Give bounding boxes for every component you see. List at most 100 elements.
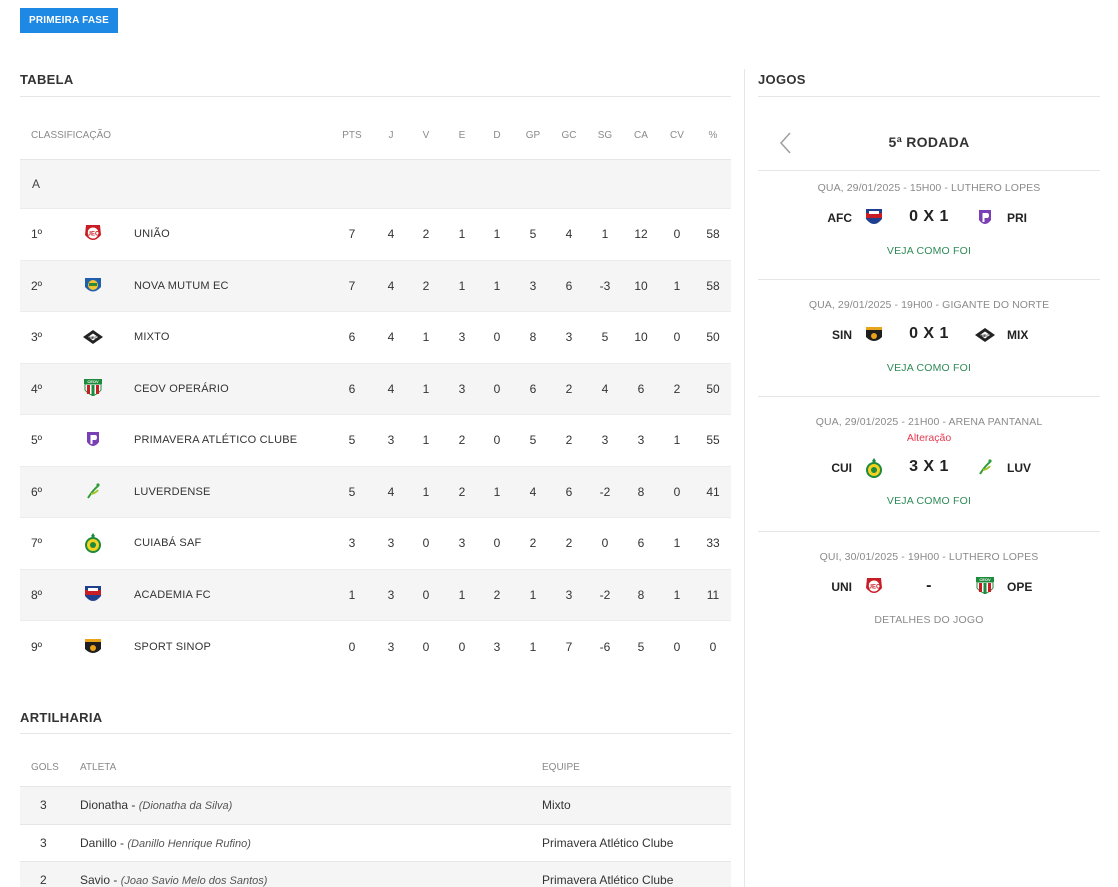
match-link[interactable]: VEJA COMO FOI xyxy=(758,362,1100,374)
table-row[interactable]: 1º UEC UNIÃO 7 4 2 1 1 5 4 1 12 0 58 xyxy=(20,209,731,261)
team-name[interactable]: NOVA MUTUM EC xyxy=(134,280,229,292)
stat-ca: 5 xyxy=(637,639,645,654)
scorer-name: Savio xyxy=(80,873,111,887)
stat-gp: 2 xyxy=(529,536,537,551)
stat-cv: 0 xyxy=(673,639,681,654)
stat-cv: 2 xyxy=(673,381,681,396)
stat-cv: 1 xyxy=(673,433,681,448)
stat-d: 3 xyxy=(493,639,501,654)
table-row[interactable]: 4º CEOV CEOV OPERÁRIO 6 4 1 3 0 6 2 4 6 2 50 xyxy=(20,363,731,415)
stat-gc: 2 xyxy=(565,536,573,551)
col-classificacao: CLASSIFICAÇÃO xyxy=(31,130,112,141)
table-row[interactable]: 9º SPORT SINOP 0 3 0 0 3 1 7 -6 5 0 0 xyxy=(20,621,731,673)
stat-ca: 12 xyxy=(634,227,648,242)
stat-gc: 7 xyxy=(565,639,573,654)
table-row[interactable]: 6º LUVERDENSE 5 4 1 2 1 4 6 -2 8 0 41 xyxy=(20,466,731,518)
scorer-goals: 3 xyxy=(40,798,47,812)
scorer-team: Primavera Atlético Clube xyxy=(542,835,674,850)
stat-v: 2 xyxy=(422,278,430,293)
team-name[interactable]: LUVERDENSE xyxy=(134,486,211,498)
team-name[interactable]: MIXTO xyxy=(134,331,170,343)
scorer-row: 3 Dionatha - (Dionatha da Silva) Mixto xyxy=(20,787,731,825)
position: 8º xyxy=(31,587,43,602)
col-pts: PTS xyxy=(342,130,362,141)
mixto-crest-icon: MEC xyxy=(972,322,998,348)
match-line: AFC 0 X 1 PRI xyxy=(758,203,1100,233)
col-gp: GP xyxy=(525,130,541,141)
stat-v: 0 xyxy=(422,587,430,602)
match-link[interactable]: VEJA COMO FOI xyxy=(758,245,1100,257)
stat-gp: 5 xyxy=(529,227,537,242)
scorer-athlete: Dionatha - (Dionatha da Silva) xyxy=(80,798,233,812)
match-link[interactable]: DETALHES DO JOGO xyxy=(758,614,1100,626)
round-navigator: 5ª RODADA xyxy=(758,120,1100,166)
scorer-full-name: (Joao Savio Melo dos Santos) xyxy=(120,875,268,887)
away-team-abbr: MIX xyxy=(1007,328,1029,342)
stat-v: 0 xyxy=(422,536,430,551)
scorer-goals: 3 xyxy=(40,835,47,850)
stat-pct: 41 xyxy=(706,484,720,499)
stat-j: 4 xyxy=(387,227,395,242)
col-gols: GOLS xyxy=(31,762,59,773)
stat-pts: 7 xyxy=(348,278,356,293)
stat-j: 3 xyxy=(387,639,395,654)
team-name[interactable]: PRIMAVERA ATLÉTICO CLUBE xyxy=(134,434,297,446)
match-link[interactable]: VEJA COMO FOI xyxy=(758,495,1100,507)
table-row[interactable]: 3º MEC MIXTO 6 4 1 3 0 8 3 5 10 0 50 xyxy=(20,312,731,364)
stat-v: 1 xyxy=(422,433,430,448)
stat-j: 4 xyxy=(387,381,395,396)
artilharia-divider xyxy=(20,733,731,734)
stat-j: 3 xyxy=(387,433,395,448)
team-name[interactable]: ACADEMIA FC xyxy=(134,589,211,601)
stat-v: 1 xyxy=(422,484,430,499)
team-name[interactable]: SPORT SINOP xyxy=(134,641,211,653)
stat-e: 1 xyxy=(458,227,466,242)
stat-e: 2 xyxy=(458,433,466,448)
mixto-crest-icon: MEC xyxy=(82,326,104,348)
team-name[interactable]: CEOV OPERÁRIO xyxy=(134,383,229,395)
table-row[interactable]: 8º ACADEMIA FC 1 3 0 1 2 1 3 -2 8 1 11 xyxy=(20,569,731,621)
col-sg: SG xyxy=(597,130,613,141)
scorer-athlete: Savio - (Joao Savio Melo dos Santos) xyxy=(80,873,268,887)
standings-table: CLASSIFICAÇÃO PTS J V E D GP GC SG CA CV… xyxy=(20,112,731,673)
position: 2º xyxy=(31,278,43,293)
stat-pct: 50 xyxy=(706,381,720,396)
stat-e: 3 xyxy=(458,330,466,345)
stat-cv: 1 xyxy=(673,587,681,602)
scorer-name: Dionatha xyxy=(80,798,129,812)
jogos-divider xyxy=(758,96,1100,97)
academia-crest-icon xyxy=(82,584,104,606)
position: 7º xyxy=(31,536,43,551)
match-divider xyxy=(758,279,1100,280)
primeira-fase-button[interactable]: PRIMEIRA FASE xyxy=(20,8,119,33)
position: 3º xyxy=(31,330,43,345)
table-row[interactable]: 2º NOVA MUTUM EC 7 4 2 1 1 3 6 -3 10 1 58 xyxy=(20,260,731,312)
stat-pct: 55 xyxy=(706,433,720,448)
stat-sg: 0 xyxy=(601,536,609,551)
match-score: - xyxy=(926,577,932,594)
col-v: V xyxy=(422,130,430,141)
jogos-title: JOGOS xyxy=(758,72,806,87)
col-ca: CA xyxy=(634,130,648,141)
col-gc: GC xyxy=(561,130,577,141)
match-line: CUI 3 X 1 LUV xyxy=(758,453,1100,483)
stat-gc: 6 xyxy=(565,484,573,499)
away-team-abbr: LUV xyxy=(1007,461,1031,475)
stat-cv: 1 xyxy=(673,536,681,551)
table-row[interactable]: 7º CUIABÁ SAF 3 3 0 3 0 2 2 0 6 1 33 xyxy=(20,518,731,570)
stat-gc: 6 xyxy=(565,278,573,293)
stat-j: 4 xyxy=(387,484,395,499)
scorer-row: 2 Savio - (Joao Savio Melo dos Santos) Pri… xyxy=(20,862,731,887)
match-info: QUA, 29/01/2025 - 21H00 - ARENA PANTANAL xyxy=(815,416,1043,428)
ceov-crest-icon: CEOV xyxy=(82,378,104,400)
table-row[interactable]: 5º PRIMAVERA ATLÉTICO CLUBE 5 3 1 2 0 5 2 3 3 1 55 xyxy=(20,415,731,467)
stat-pts: 5 xyxy=(348,433,356,448)
stat-e: 2 xyxy=(458,484,466,499)
stat-pct: 11 xyxy=(706,587,720,602)
stat-sg: -2 xyxy=(599,587,611,602)
scorers-header: GOLS ATLETA EQUIPE xyxy=(20,750,731,787)
team-name[interactable]: CUIABÁ SAF xyxy=(134,537,201,549)
position: 4º xyxy=(31,381,43,396)
svg-text:CEOV: CEOV xyxy=(979,577,991,582)
team-name[interactable]: UNIÃO xyxy=(134,228,170,240)
